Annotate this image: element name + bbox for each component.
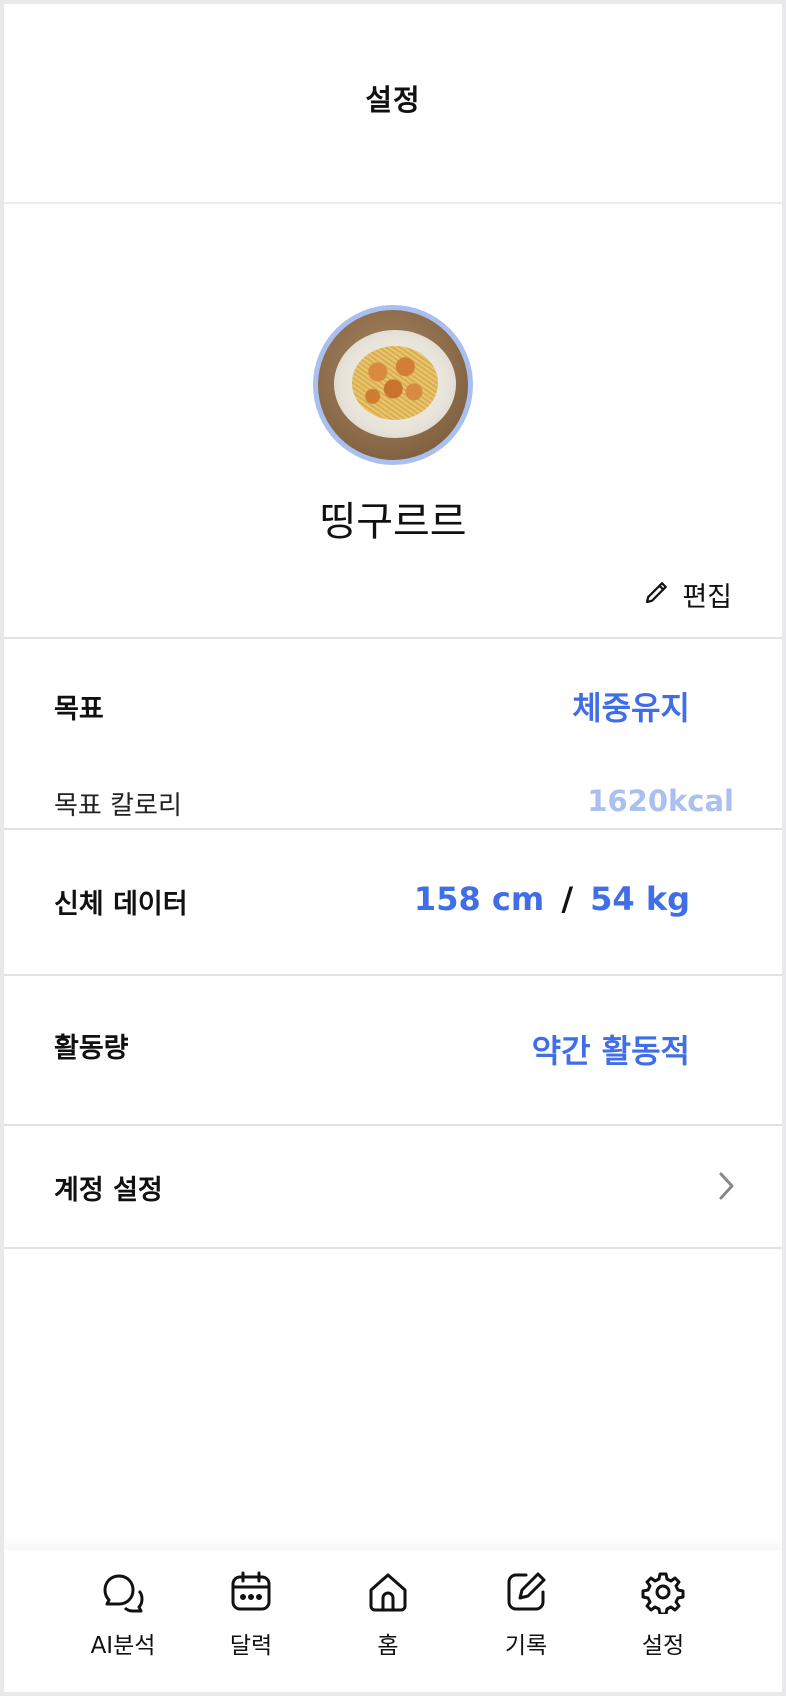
activity-section[interactable]: 활동량 약간 활동적 <box>4 976 782 1126</box>
height-value: 158 cm <box>413 880 545 918</box>
account-settings-row[interactable]: 계정 설정 <box>4 1126 782 1249</box>
nav-label-ai-analysis: AI분석 <box>90 1633 156 1659</box>
avatar[interactable] <box>313 305 473 465</box>
nav-item-calendar[interactable]: 달력 <box>191 1570 311 1680</box>
account-settings-label: 계정 설정 <box>54 1175 163 1206</box>
page-header: 설정 <box>4 4 782 204</box>
page-title: 설정 <box>365 83 421 117</box>
nav-item-home[interactable]: 홈 <box>328 1570 448 1680</box>
edit-note-icon <box>466 1570 586 1614</box>
home-icon <box>328 1570 448 1614</box>
calendar-icon <box>191 1570 311 1614</box>
profile-name: 띵구르르 <box>319 499 467 545</box>
pencil-icon <box>642 577 672 611</box>
nav-label-record: 기록 <box>504 1633 548 1659</box>
nav-label-settings: 설정 <box>641 1633 685 1659</box>
goal-value[interactable]: 체중유지 <box>572 683 690 729</box>
nav-label-calendar: 달력 <box>229 1633 273 1659</box>
app-screen: 설정 띵구르르 편집 목표 체중유지 목표 칼로리 1620kcal 신체 데이… <box>4 4 782 1692</box>
gear-icon <box>603 1570 723 1614</box>
weight-value: 54 kg <box>590 880 690 918</box>
body-data-label: 신체 데이터 <box>54 889 188 920</box>
body-data-separator: / <box>561 880 573 918</box>
chevron-right-icon <box>718 1171 736 1205</box>
goal-label: 목표 <box>54 694 104 725</box>
edit-profile-button[interactable]: 편집 <box>642 574 732 614</box>
pasta-graphic <box>352 346 438 420</box>
edit-profile-label: 편집 <box>682 581 732 613</box>
chat-bubbles-icon <box>63 1570 183 1614</box>
nav-item-ai-analysis[interactable]: AI분석 <box>63 1570 183 1680</box>
activity-label: 활동량 <box>54 1033 129 1064</box>
bottom-nav: AI분석 달력 홈 기록 설정 <box>4 1550 782 1692</box>
avatar-image <box>318 310 468 460</box>
nav-item-record[interactable]: 기록 <box>466 1570 586 1680</box>
goal-section[interactable]: 목표 체중유지 목표 칼로리 1620kcal <box>4 639 782 830</box>
body-data-section[interactable]: 신체 데이터 158 cm / 54 kg <box>4 830 782 976</box>
profile-section: 띵구르르 편집 <box>4 204 782 639</box>
nav-item-settings[interactable]: 설정 <box>603 1570 723 1680</box>
target-calorie-value: 1620kcal <box>587 784 734 818</box>
nav-label-home: 홈 <box>377 1633 399 1659</box>
target-calorie-label: 목표 칼로리 <box>54 791 182 821</box>
activity-value[interactable]: 약간 활동적 <box>532 1026 690 1072</box>
body-data-values[interactable]: 158 cm / 54 kg <box>414 880 690 918</box>
